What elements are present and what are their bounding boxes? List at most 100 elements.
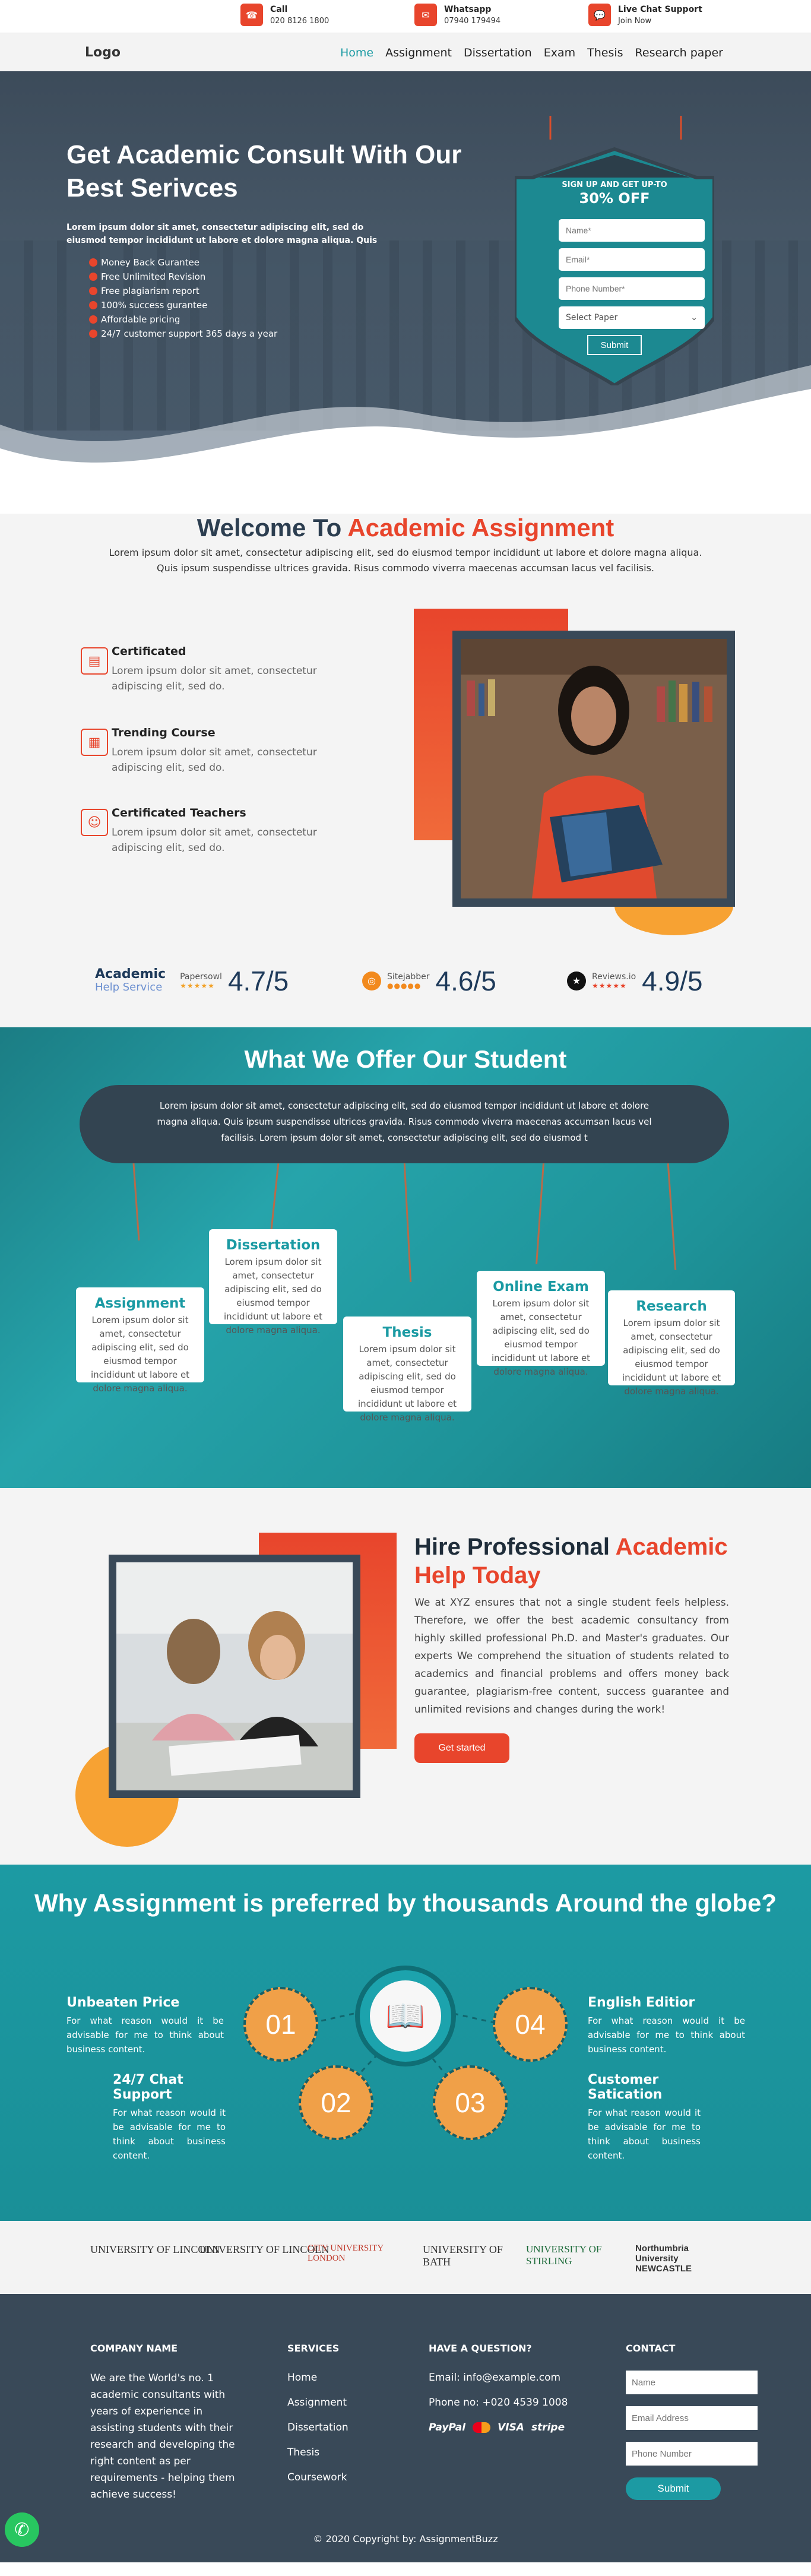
- offer-card-thesis[interactable]: Thesis Lorem ipsum dolor sit amet, conse…: [343, 1317, 471, 1423]
- paper-select[interactable]: Select Paper ⌄: [559, 306, 705, 329]
- number-circle: 04: [493, 1987, 568, 2062]
- feature-title: Certificated Teachers: [112, 806, 246, 819]
- welcome-title: Welcome To Academic Assignment: [197, 514, 614, 542]
- number-circle: 02: [299, 2065, 373, 2140]
- offer-tagline: SIGN UP AND GET UP-TO: [562, 181, 667, 189]
- footer-link-thesis[interactable]: Thesis: [287, 2440, 349, 2465]
- whatsapp-number: 07940 179494: [444, 16, 501, 26]
- visa-icon: VISA: [498, 2422, 524, 2433]
- top-bar: ☎ Call 020 8126 1800 ✉ Whatsapp 07940 1794…: [0, 0, 811, 33]
- bullet-dot-icon: [89, 301, 97, 309]
- why-title: Why Assignment is preferred by thousands…: [34, 1889, 777, 1917]
- course-icon: ▦: [81, 729, 108, 756]
- bullet-dot-icon: [89, 287, 97, 295]
- nav-exam[interactable]: Exam: [544, 46, 575, 59]
- student-reading-image: [461, 639, 727, 898]
- footer-link-home[interactable]: Home: [287, 2365, 349, 2390]
- bullet-item: Free plagiarism report: [89, 284, 277, 298]
- footer-phone[interactable]: Phone no: +020 4539 1008: [429, 2390, 568, 2415]
- card-text: Lorem ipsum dolor sit amet, consectetur …: [491, 1298, 591, 1377]
- stripe-icon: stripe: [531, 2422, 565, 2433]
- main-nav: Logo Home Assignment Dissertation Exam T…: [0, 33, 811, 71]
- card-rope: [403, 1163, 412, 1282]
- offer-section: What We Offer Our Student Lorem ipsum do…: [0, 1027, 811, 1488]
- nav-assignment[interactable]: Assignment: [385, 46, 452, 59]
- feature-title: Certificated: [112, 645, 186, 658]
- academic-help-logo: Academic Help Service: [95, 967, 166, 994]
- students-studying-image: [116, 1562, 353, 1790]
- stirling-logo: UNIVERSITY OF STIRLING: [526, 2243, 602, 2267]
- why-english-editor: English Editior For what reason would it…: [588, 1995, 745, 2056]
- whatsapp-contact[interactable]: ✉ Whatsapp 07940 179494: [414, 4, 500, 26]
- card-title: Assignment: [94, 1296, 186, 1311]
- book-center: 📖: [355, 1966, 456, 2067]
- offer-card-dissertation[interactable]: Dissertation Lorem ipsum dolor sit amet,…: [209, 1229, 337, 1336]
- payment-icons: PayPal VISA stripe: [429, 2415, 568, 2440]
- why-item-title: English Editior: [588, 1995, 695, 2010]
- welcome-lead: Lorem ipsum dolor sit amet, consectetur …: [109, 547, 702, 574]
- footer-submit-button[interactable]: Submit: [626, 2477, 721, 2500]
- mastercard-icon: [473, 2422, 491, 2433]
- nav-research-paper[interactable]: Research paper: [635, 46, 723, 59]
- offer-card-online-exam[interactable]: Online Exam Lorem ipsum dolor sit amet, …: [477, 1271, 605, 1377]
- card-text: Lorem ipsum dolor sit amet, consectetur …: [90, 1315, 190, 1394]
- bullet-item: Free Unlimited Revision: [89, 270, 277, 284]
- open-book-icon: 📖: [370, 1980, 441, 2052]
- footer-phone-field[interactable]: [626, 2442, 758, 2466]
- why-customer-satisfaction: Customer Satication For what reason woul…: [588, 2072, 701, 2163]
- why-item-text: For what reason would it be advisable fo…: [113, 2107, 226, 2161]
- feature-certificated: ▤ Certificated Lorem ipsum dolor sit ame…: [81, 645, 372, 713]
- hero-submit-button[interactable]: Submit: [587, 335, 642, 355]
- card-rope: [667, 1163, 677, 1270]
- northumbria-logo: Northumbria University NEWCASTLE: [635, 2243, 692, 2274]
- hire-title: Hire Professional Academic Help Today: [414, 1534, 728, 1588]
- nav-home[interactable]: Home: [340, 46, 373, 59]
- footer-contact-heading: CONTACT: [626, 2343, 676, 2354]
- hero-email-field[interactable]: [559, 248, 705, 271]
- why-item-title: Unbeaten Price: [66, 1995, 180, 2010]
- live-chat-contact[interactable]: 💬 Live Chat Support Join Now: [588, 4, 702, 26]
- footer-link-coursework[interactable]: Coursework: [287, 2465, 349, 2490]
- call-number: 020 8126 1800: [270, 16, 330, 26]
- card-text: Lorem ipsum dolor sit amet, consectetur …: [357, 1344, 457, 1423]
- rating-reviewsio: ★ Reviews.io ★★★★★ 4.9/5: [567, 963, 702, 999]
- feature-title: Trending Course: [112, 726, 216, 739]
- nav-dissertation[interactable]: Dissertation: [464, 46, 532, 59]
- nav-thesis[interactable]: Thesis: [587, 46, 623, 59]
- nav-menu: Home Assignment Dissertation Exam Thesis…: [340, 46, 723, 59]
- star-rating-icon: ★★★★★: [180, 982, 215, 990]
- card-title: Thesis: [382, 1325, 432, 1340]
- chevron-down-icon: ⌄: [690, 313, 698, 322]
- hero-bullets: Money Back Gurantee Free Unlimited Revis…: [89, 255, 277, 341]
- student-image-frame: [452, 631, 735, 907]
- paypal-icon: PayPal: [429, 2422, 466, 2433]
- card-title: Online Exam: [493, 1279, 589, 1295]
- site-logo[interactable]: Logo: [85, 45, 121, 60]
- footer-company-text: We are the World's no. 1 academic consul…: [90, 2372, 235, 2501]
- card-text: Lorem ipsum dolor sit amet, consectetur …: [622, 1318, 721, 1397]
- why-item-text: For what reason would it be advisable fo…: [66, 2015, 224, 2055]
- card-rope: [132, 1163, 140, 1240]
- hero-name-field[interactable]: [559, 219, 705, 242]
- footer-link-assignment[interactable]: Assignment: [287, 2390, 349, 2415]
- call-contact[interactable]: ☎ Call 020 8126 1800: [240, 4, 329, 26]
- hero-phone-field[interactable]: [559, 277, 705, 300]
- footer-link-dissertation[interactable]: Dissertation: [287, 2415, 349, 2440]
- footer-name-field[interactable]: [626, 2371, 758, 2394]
- offer-card-assignment[interactable]: Assignment Lorem ipsum dolor sit amet, c…: [76, 1287, 204, 1394]
- why-section: Why Assignment is preferred by thousands…: [0, 1865, 811, 2221]
- hero-section: Get Academic Consult With Our Best Seriv…: [0, 71, 811, 514]
- hero-description: Lorem ipsum dolor sit amet, consectetur …: [66, 223, 378, 245]
- offer-banner: Lorem ipsum dolor sit amet, consectetur …: [80, 1085, 729, 1163]
- site-name: Papersowl: [180, 972, 222, 982]
- offer-card-research[interactable]: Research Lorem ipsum dolor sit amet, con…: [608, 1290, 735, 1397]
- chat-icon: 💬: [588, 4, 611, 26]
- footer-services-heading: SERVICES: [287, 2343, 340, 2354]
- bullet-dot-icon: [89, 273, 97, 281]
- get-started-button[interactable]: Get started: [414, 1733, 509, 1763]
- rating-score: 4.9/5: [642, 966, 703, 996]
- reviewsio-icon: ★: [567, 971, 586, 990]
- why-item-title: Customer Satication: [588, 2072, 663, 2102]
- footer-email-field[interactable]: [626, 2406, 758, 2430]
- footer-email[interactable]: Email: info@example.com: [429, 2365, 568, 2390]
